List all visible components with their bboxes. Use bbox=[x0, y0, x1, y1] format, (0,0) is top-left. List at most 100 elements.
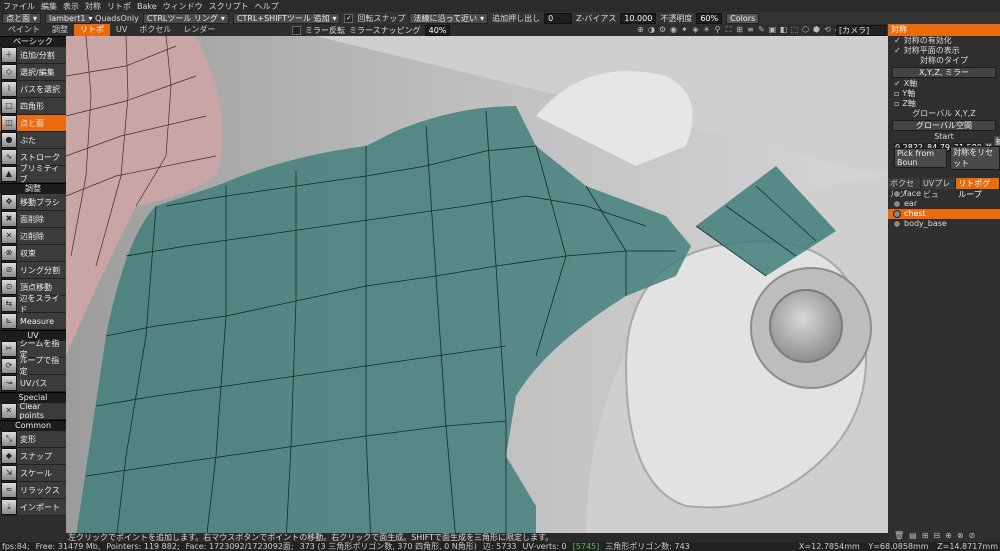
measure-tool[interactable]: ⊾ Measure bbox=[0, 313, 66, 330]
view-toggle-icon[interactable]: ⬡ bbox=[801, 24, 810, 36]
points-faces-tool[interactable]: ◫ 点と面 bbox=[0, 115, 66, 132]
tab-0[interactable]: ペイント bbox=[2, 24, 46, 36]
group-action-icon[interactable]: ▤ bbox=[909, 531, 917, 540]
ctrl-shift-tool-dropdown[interactable]: CTRL+SHIFTツール 追加 ▾ bbox=[232, 12, 341, 24]
colors-button[interactable]: Colors bbox=[726, 12, 760, 24]
view-toggle-icon[interactable]: ⬚ bbox=[790, 24, 799, 36]
mirror-checkbox[interactable] bbox=[292, 25, 301, 35]
view-toggle-icon[interactable]: ⟲ bbox=[823, 24, 832, 36]
view-toggle-icon[interactable]: ⛶ bbox=[724, 24, 733, 36]
y-axis-row[interactable]: ▫ Y軸 bbox=[888, 89, 1000, 99]
menu-item[interactable]: ウィンドウ bbox=[163, 1, 203, 12]
cap-tool[interactable]: ● ぶた bbox=[0, 132, 66, 149]
delete-face-tool[interactable]: ✖ 面削除 bbox=[0, 211, 66, 228]
enable-symmetry-row[interactable]: ✓ 対称の有効化 bbox=[888, 36, 1000, 46]
right-tab-1[interactable]: UVプレビュ bbox=[920, 178, 957, 199]
group-action-icon[interactable]: 🗑 bbox=[894, 531, 904, 540]
z-axis-row[interactable]: ▫ Z軸 bbox=[888, 99, 1000, 109]
retopo-group-row[interactable]: chest bbox=[888, 209, 1000, 219]
show-plane-row[interactable]: ✓ 対称平面の表示 bbox=[888, 46, 1000, 56]
mode-dropdown[interactable]: 点と面 ▾ bbox=[2, 12, 42, 24]
retopo-group-row[interactable]: body_base bbox=[888, 219, 1000, 229]
group-action-icon[interactable]: ⊗ bbox=[957, 531, 964, 540]
menu-item[interactable]: 表示 bbox=[63, 1, 79, 12]
menu-item[interactable]: スクリプト bbox=[209, 1, 249, 12]
uv-path-tool[interactable]: ↝ UVパス bbox=[0, 375, 66, 392]
tab-4[interactable]: ボクセル bbox=[133, 24, 177, 36]
edge-slide-tool[interactable]: ⇆ 辺をスライド bbox=[0, 294, 66, 314]
zbias-input[interactable]: 10.000 bbox=[620, 12, 657, 24]
group-action-icon[interactable]: ⊟ bbox=[933, 531, 940, 540]
rotate-snap-checkbox[interactable]: ✓ bbox=[344, 13, 354, 23]
view-toggle-icon[interactable]: ◈ bbox=[691, 24, 700, 36]
snap-tool[interactable]: ◆ スナップ bbox=[0, 448, 66, 465]
view-toggle-icon[interactable]: ☀ bbox=[702, 24, 711, 36]
retopo-group-row[interactable]: face bbox=[888, 189, 1000, 199]
menu-item[interactable]: ヘルプ bbox=[255, 1, 279, 12]
group-action-icon[interactable]: ⊕ bbox=[945, 531, 952, 540]
view-toggle-icon[interactable]: ⊕ bbox=[636, 24, 645, 36]
view-toggle-icon[interactable]: ◉ bbox=[669, 24, 678, 36]
opacity-input[interactable]: 60% bbox=[696, 12, 723, 24]
view-toggle-icon[interactable]: ◧ bbox=[779, 24, 788, 36]
loop-mark-tool[interactable]: ⟳ ループで指定 bbox=[0, 356, 66, 376]
ring-split-tool[interactable]: ⊘ リング分割 bbox=[0, 262, 66, 279]
view-toggle-icon[interactable]: ≡ bbox=[746, 24, 755, 36]
scale-tool[interactable]: ⇲ スケール bbox=[0, 465, 66, 482]
view-toggle-icon[interactable]: ✎ bbox=[757, 24, 766, 36]
view-toggle-icon[interactable]: ▣ bbox=[768, 24, 777, 36]
view-toggle-icon[interactable]: ⊞ bbox=[735, 24, 744, 36]
x-axis-row[interactable]: ✓ X軸 bbox=[888, 79, 1000, 89]
tab-2[interactable]: リトポ bbox=[74, 24, 110, 36]
view-toggle-icon[interactable]: ⚲ bbox=[713, 24, 722, 36]
surface-dropdown[interactable]: 法線に沿って近い ▾ bbox=[409, 12, 489, 24]
symmetry-type-dropdown[interactable]: X,Y,Z, ミラー bbox=[892, 67, 996, 78]
tool-section-header[interactable]: ベーシック bbox=[0, 36, 66, 47]
group-action-icon[interactable]: ⊞ bbox=[922, 531, 929, 540]
menu-item[interactable]: 編集 bbox=[41, 1, 57, 12]
tab-5[interactable]: レンダー bbox=[177, 24, 221, 36]
menu-item[interactable]: 対称 bbox=[85, 1, 101, 12]
global-space-dropdown[interactable]: グローバル空間 bbox=[892, 120, 996, 131]
quad-tool[interactable]: □ 四角形 bbox=[0, 98, 66, 115]
collapse-tool[interactable]: ⊗ 収束 bbox=[0, 245, 66, 262]
clear-points-tool[interactable]: ✕ Clear points bbox=[0, 402, 66, 420]
ctrl-tool-dropdown[interactable]: CTRLツール リング ▾ bbox=[142, 12, 229, 24]
pick-from-bounds-button[interactable]: Pick from Boun bbox=[894, 148, 948, 168]
quads-only-label[interactable]: QuadsOnly bbox=[95, 14, 139, 23]
menu-item[interactable]: リトポ bbox=[107, 1, 131, 12]
visibility-eye-icon[interactable] bbox=[893, 220, 901, 228]
move-brush-tool[interactable]: ✥ 移動ブラシ bbox=[0, 194, 66, 211]
menu-item[interactable]: ファイル bbox=[3, 1, 35, 12]
select-edit-tool[interactable]: ◇ 選択/編集 bbox=[0, 64, 66, 81]
transform-tool[interactable]: ⤡ 変形 bbox=[0, 431, 66, 448]
mirror-snap-input[interactable]: 40% bbox=[424, 24, 451, 36]
view-toggle-icon[interactable]: ⚙ bbox=[658, 24, 667, 36]
tool-section-header[interactable]: Common bbox=[0, 420, 66, 431]
group-action-icon[interactable]: ⊘ bbox=[969, 531, 976, 540]
camera-dropdown[interactable]: [カメラ] bbox=[836, 25, 886, 36]
reset-symmetry-button[interactable]: 対称をリセット bbox=[950, 146, 1000, 170]
select-path-tool[interactable]: ⌇ パスを選択 bbox=[0, 81, 66, 98]
3d-viewport[interactable] bbox=[66, 36, 888, 542]
add-split-tool[interactable]: ＋追加/分割 bbox=[0, 47, 66, 64]
view-toggle-icon[interactable]: ⬢ bbox=[812, 24, 821, 36]
primitive-tool[interactable]: ▲ プリミティブ bbox=[0, 164, 66, 184]
viewport-scene[interactable] bbox=[66, 36, 888, 542]
import-tool[interactable]: ⤓ インポート bbox=[0, 499, 66, 516]
view-toggle-icon[interactable]: ◑ bbox=[647, 24, 656, 36]
tab-1[interactable]: 調整 bbox=[46, 24, 74, 36]
relax-tool[interactable]: ≈ リラックス bbox=[0, 482, 66, 499]
delete-edge-tool[interactable]: ✕ 辺削除 bbox=[0, 228, 66, 245]
material-dropdown[interactable]: lambert1 ▾ bbox=[45, 12, 92, 24]
view-toggle-icon[interactable]: ✦ bbox=[680, 24, 689, 36]
right-tab-2[interactable]: リトポグループ bbox=[956, 178, 1000, 199]
visibility-eye-icon[interactable] bbox=[893, 210, 901, 218]
menu-item[interactable]: Bake bbox=[137, 2, 157, 11]
retopo-group-row[interactable]: ear bbox=[888, 199, 1000, 209]
tab-3[interactable]: UV bbox=[110, 24, 133, 36]
visibility-eye-icon[interactable] bbox=[893, 190, 901, 198]
extrude-input[interactable]: 0 bbox=[544, 12, 573, 24]
visibility-eye-icon[interactable] bbox=[893, 200, 901, 208]
right-tab-0[interactable]: ボクセルツ bbox=[888, 178, 921, 199]
